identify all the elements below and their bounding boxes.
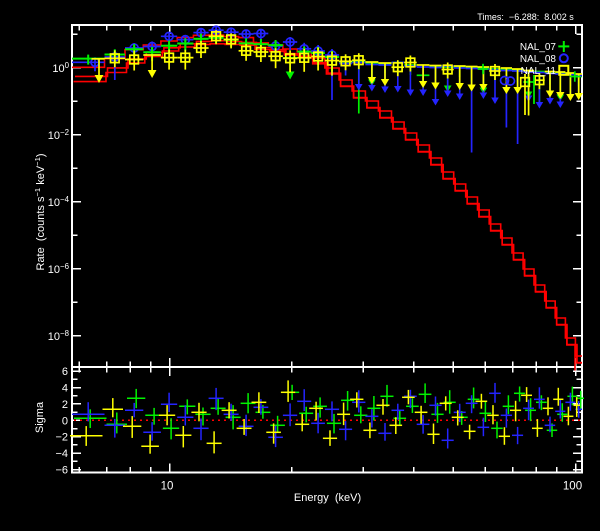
svg-text:4: 4	[62, 383, 68, 395]
svg-text:2: 2	[62, 399, 68, 411]
svg-text:Sigma: Sigma	[34, 401, 46, 433]
svg-text:−2: −2	[55, 432, 68, 444]
svg-text:0: 0	[62, 415, 68, 427]
svg-text:Energy (keV): Energy (keV)	[294, 492, 361, 504]
svg-text:−6: −6	[55, 465, 68, 477]
svg-text:NAL_11: NAL_11	[521, 66, 557, 77]
svg-text:Times: −6.288: 8.002 s: Times: −6.288: 8.002 s	[477, 12, 574, 22]
svg-text:NAL_07: NAL_07	[520, 42, 557, 53]
svg-text:6: 6	[62, 366, 68, 378]
svg-text:NAL_08: NAL_08	[520, 54, 557, 65]
svg-text:10: 10	[161, 481, 174, 493]
svg-text:−4: −4	[55, 448, 68, 460]
svg-text:100: 100	[563, 481, 582, 493]
svg-text:Rate (counts s−1 keV−1): Rate (counts s−1 keV−1)	[33, 153, 47, 270]
